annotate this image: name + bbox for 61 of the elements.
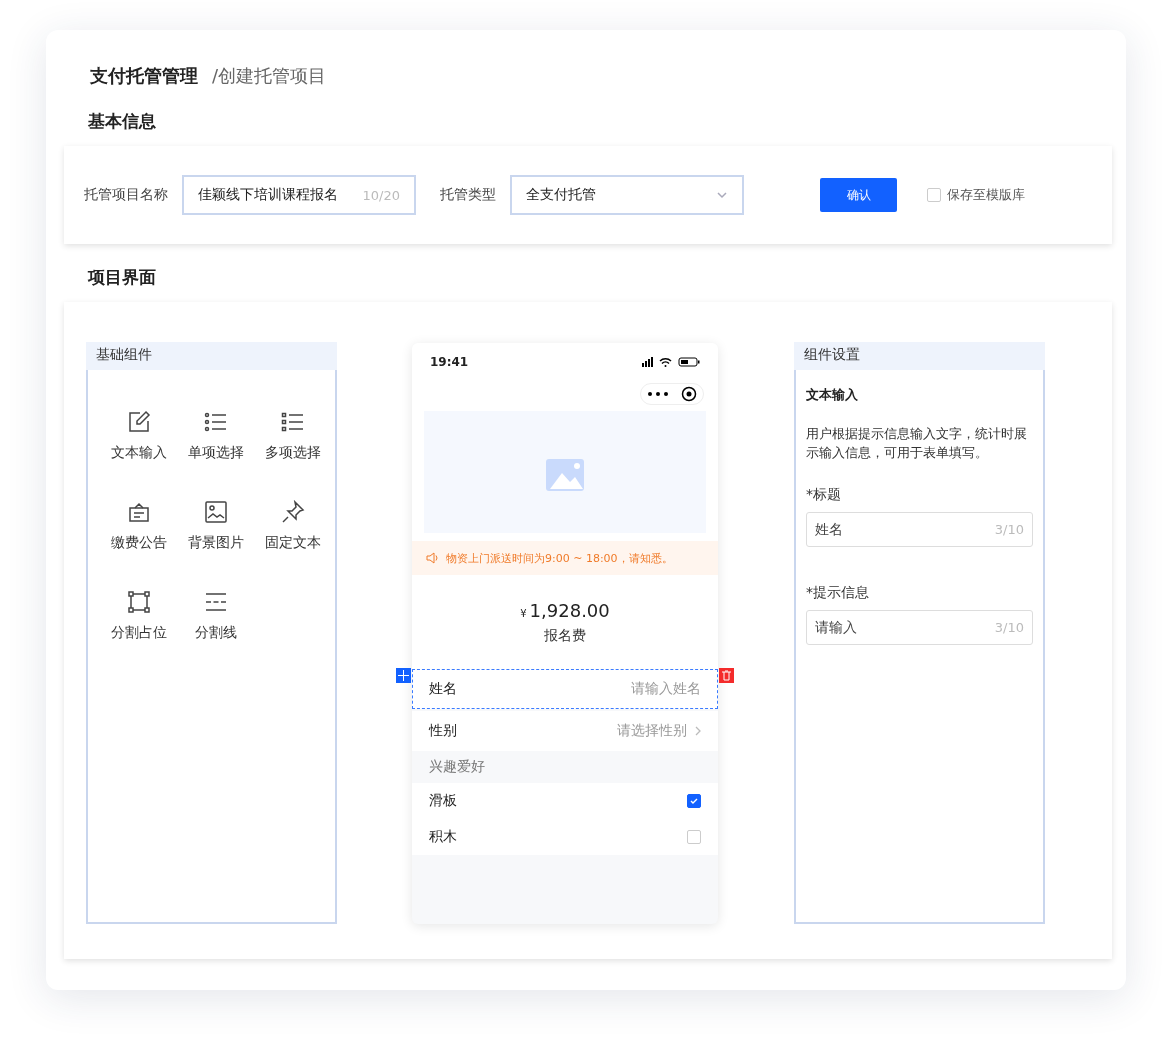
pin-icon bbox=[280, 500, 305, 524]
notice-text: 物资上门派送时间为9:00 ~ 18:00，请知悉。 bbox=[446, 550, 673, 566]
list-icon bbox=[203, 410, 228, 434]
field-label: 托管项目名称 bbox=[84, 186, 168, 204]
delete-icon[interactable] bbox=[719, 668, 734, 683]
component-label[interactable]: 分割占位 bbox=[110, 624, 167, 642]
type-dropdown[interactable]: 全支付托管 bbox=[510, 175, 744, 215]
field-label: 托管类型 bbox=[440, 186, 496, 204]
group-header: 兴趣爱好 bbox=[412, 751, 718, 783]
settings-header: 组件设置 bbox=[794, 342, 1045, 370]
save-template-checkbox[interactable] bbox=[927, 188, 941, 202]
edit-icon bbox=[126, 410, 151, 434]
frame-icon bbox=[126, 590, 151, 614]
checklist-icon bbox=[280, 410, 305, 434]
form-row[interactable]: 性别 请选择性别 bbox=[412, 711, 718, 751]
row-label: 姓名 bbox=[429, 680, 457, 698]
component-label[interactable]: 固定文本 bbox=[264, 534, 321, 552]
checkbox-label: 保存至模版库 bbox=[947, 186, 1025, 204]
price: 1,928.00 bbox=[529, 599, 610, 621]
row-label: 积木 bbox=[429, 828, 457, 846]
form-row[interactable]: 滑板 bbox=[412, 783, 718, 819]
component-label[interactable]: 背景图片 bbox=[187, 534, 244, 552]
setting-label: *标题 bbox=[806, 486, 842, 504]
checkmark-icon bbox=[689, 796, 699, 806]
chevron-right-icon bbox=[695, 726, 701, 736]
speaker-icon bbox=[426, 552, 440, 564]
setting-input[interactable]: 请输入 3/10 bbox=[806, 610, 1033, 645]
hobby-checkbox[interactable] bbox=[687, 794, 701, 808]
project-name-field[interactable]: 佳颖线下培训课程报名 10/20 bbox=[182, 175, 416, 215]
component-label[interactable]: 缴费公告 bbox=[110, 534, 167, 552]
price-label: 报名费 bbox=[544, 626, 586, 645]
row-placeholder: 请选择性别 bbox=[617, 722, 687, 740]
status-time: 19:41 bbox=[430, 355, 469, 369]
form-row[interactable]: 姓名 请输入姓名 bbox=[412, 669, 718, 709]
form-row[interactable]: 积木 bbox=[412, 819, 718, 855]
row-label: 滑板 bbox=[429, 792, 457, 810]
divider-icon bbox=[203, 590, 228, 614]
breadcrumb-current: /创建托管项目 bbox=[212, 64, 327, 88]
palette-header: 基础组件 bbox=[86, 342, 337, 370]
breadcrumb-root[interactable]: 支付托管管理 bbox=[90, 64, 198, 88]
component-label[interactable]: 单项选择 bbox=[187, 444, 244, 462]
image-icon bbox=[203, 500, 228, 524]
component-description: 用户根据提示信息输入文字，统计时展示输入信息，可用于表单填写。 bbox=[806, 425, 1028, 462]
component-name: 文本输入 bbox=[806, 386, 859, 404]
row-label: 性别 bbox=[429, 722, 457, 740]
currency-symbol: ¥ bbox=[520, 607, 527, 619]
status-icons bbox=[642, 357, 700, 367]
component-label[interactable]: 文本输入 bbox=[110, 444, 167, 462]
setting-input[interactable]: 姓名 3/10 bbox=[806, 512, 1033, 547]
more-icon[interactable] bbox=[647, 392, 668, 396]
signboard-icon bbox=[126, 500, 151, 524]
confirm-button[interactable]: 确认 bbox=[820, 178, 897, 212]
setting-label: *提示信息 bbox=[806, 584, 870, 602]
component-label[interactable]: 多项选择 bbox=[264, 444, 321, 462]
target-icon[interactable] bbox=[680, 386, 697, 402]
row-placeholder: 请输入姓名 bbox=[631, 680, 701, 698]
chevron-down-icon bbox=[716, 191, 728, 199]
component-label[interactable]: 分割线 bbox=[194, 624, 237, 642]
section-title: 基本信息 bbox=[87, 110, 157, 133]
section-title: 项目界面 bbox=[86, 266, 157, 289]
move-handle-icon[interactable] bbox=[396, 668, 411, 683]
